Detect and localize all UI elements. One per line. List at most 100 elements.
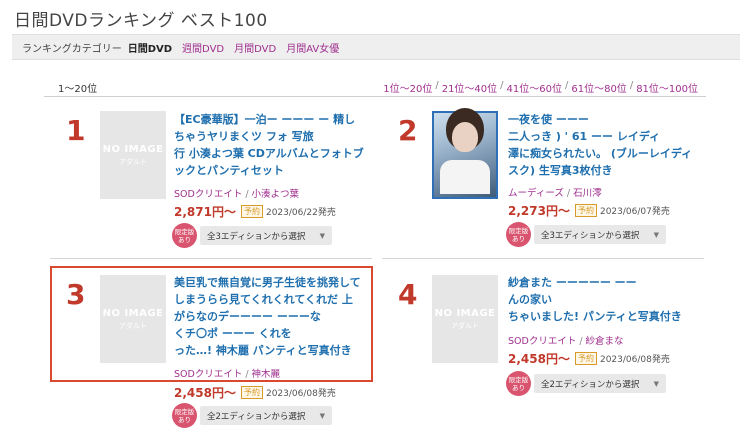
- limited-edition-badge: 限定版 あり: [506, 371, 531, 396]
- limited-edition-badge: 限定版 あり: [172, 403, 197, 428]
- range-link-81-100[interactable]: 81位〜100位: [636, 80, 698, 95]
- release-date: 2023/06/08発売: [599, 355, 670, 365]
- divider: [50, 258, 372, 259]
- separator: /: [579, 336, 583, 347]
- cover-photo-body: [440, 160, 490, 194]
- title-line: 二人っき ) ' 61 ーー レイディ: [508, 130, 661, 143]
- limited-text: 限定版: [174, 227, 195, 236]
- price-line: 2,458円〜 予約 2023/06/08発売: [174, 384, 336, 401]
- price: 2,458円〜: [174, 386, 236, 400]
- rank-number: 1: [66, 114, 86, 147]
- range-link-1-20[interactable]: 1位〜20位: [383, 80, 432, 95]
- no-image-text: NO IMAGE: [434, 307, 496, 319]
- limited-text: あり: [512, 234, 525, 243]
- range-link-61-80[interactable]: 61位〜80位: [571, 80, 626, 95]
- price: 2,871円〜: [174, 205, 236, 219]
- release-date: 2023/06/08発売: [265, 389, 336, 399]
- title-line: 一夜を使 ーーー: [508, 113, 589, 126]
- range-separator: /: [629, 80, 634, 91]
- performer-link[interactable]: 石川澪: [573, 188, 602, 199]
- preorder-badge: 予約: [574, 352, 597, 365]
- edition-select[interactable]: 全3エディションから選択 ▼: [534, 225, 666, 244]
- edition-select-label: 全3エディションから選択: [541, 230, 640, 241]
- limited-text: 限定版: [508, 226, 529, 235]
- maker-line: SODクリエイト / 小湊よつ葉: [174, 186, 299, 200]
- no-image-sub: アダルト: [119, 157, 147, 166]
- price: 2,273円〜: [508, 204, 570, 218]
- release-date: 2023/06/22発売: [265, 208, 336, 218]
- edition-row: 限定版 あり 全2エディションから選択 ▼: [506, 371, 666, 396]
- limited-text: 限定版: [174, 407, 195, 416]
- no-image-sub: アダルト: [451, 321, 479, 330]
- product-thumbnail[interactable]: NO IMAGE アダルト: [432, 275, 498, 363]
- product-title[interactable]: 紗倉また ーーーーー ーー んの家い ちゃいました! パンティと写真付き: [508, 274, 708, 325]
- chevron-down-icon: ▼: [653, 230, 659, 239]
- category-label: ランキングカテゴリー: [22, 43, 122, 55]
- chevron-down-icon: ▼: [319, 231, 325, 240]
- range-pagination: 1位〜20位 / 21位〜40位 / 41位〜60位 / 61位〜80位 / 8…: [383, 80, 698, 95]
- limited-text: あり: [178, 415, 191, 424]
- edition-row: 限定版 あり 全2エディションから選択 ▼: [172, 403, 332, 428]
- range-link-41-60[interactable]: 41位〜60位: [507, 80, 562, 95]
- current-range: 1〜20位: [58, 84, 98, 95]
- edition-select[interactable]: 全2エディションから選択 ▼: [200, 406, 332, 425]
- title-line: 澤に痴女られたい。 (ブルーレイディ: [508, 147, 693, 160]
- category-bar: ランキングカテゴリー 日間DVD 週間DVD 月間DVD 月間AV女優: [12, 34, 740, 60]
- separator: /: [566, 188, 571, 199]
- edition-select[interactable]: 全3エディションから選択 ▼: [200, 226, 332, 245]
- edition-row: 限定版 あり 全3エディションから選択 ▼: [172, 223, 332, 248]
- rank-number: 4: [398, 278, 418, 311]
- price-line: 2,871円〜 予約 2023/06/22発売: [174, 203, 336, 220]
- title-line: ックとパンティセット: [174, 164, 284, 177]
- maker-link[interactable]: ムーディーズ: [508, 188, 564, 199]
- cover-photo-face: [452, 122, 478, 152]
- edition-select-label: 全2エディションから選択: [541, 379, 640, 390]
- separator: /: [245, 189, 249, 200]
- range-separator: /: [564, 80, 569, 91]
- preorder-badge: 予約: [240, 205, 263, 218]
- chevron-down-icon: ▼: [653, 379, 659, 388]
- title-line: ちゃいました! パンティと写真付き: [508, 310, 682, 323]
- edition-select[interactable]: 全2エディションから選択 ▼: [534, 374, 666, 393]
- price: 2,458円〜: [508, 352, 570, 366]
- rank-number: 2: [398, 114, 418, 147]
- release-date: 2023/06/07発売: [599, 207, 670, 217]
- highlight-box: [50, 266, 373, 382]
- range-separator: /: [500, 80, 504, 91]
- category-monthly-dvd[interactable]: 月間DVD: [234, 40, 276, 55]
- no-image-text: NO IMAGE: [102, 143, 164, 155]
- product-thumbnail[interactable]: NO IMAGE アダルト: [100, 111, 166, 199]
- preorder-badge: 予約: [240, 386, 263, 399]
- title-line: ちゃうヤリまくツ フォ 写旅: [174, 130, 314, 143]
- performer-link[interactable]: 小湊よつ葉: [252, 189, 300, 200]
- title-line: 紗倉また ーーーーー ーー: [508, 276, 637, 289]
- price-line: 2,458円〜 予約 2023/06/08発売: [508, 350, 670, 367]
- product-thumbnail[interactable]: [432, 111, 498, 199]
- product-title[interactable]: 【EC豪華版】一泊ー ーーー ー 精し ちゃうヤリまくツ フォ 写旅 行 小湊よ…: [174, 111, 374, 179]
- divider: [44, 96, 706, 97]
- price-line: 2,273円〜 予約 2023/06/07発売: [508, 202, 670, 219]
- product-title[interactable]: 一夜を使 ーーー 二人っき ) ' 61 ーー レイディ 澤に痴女られたい。 (…: [508, 111, 708, 179]
- preorder-badge: 予約: [574, 204, 597, 217]
- edition-select-label: 全3エディションから選択: [207, 231, 306, 242]
- range-separator: /: [435, 80, 439, 91]
- limited-edition-badge: 限定版 あり: [506, 222, 531, 247]
- maker-line: ムーディーズ / 石川澪: [508, 185, 602, 199]
- performer-link[interactable]: 紗倉まな: [586, 336, 624, 347]
- maker-link[interactable]: SODクリエイト: [508, 336, 576, 347]
- maker-link[interactable]: SODクリエイト: [174, 189, 242, 200]
- category-weekly-dvd[interactable]: 週間DVD: [182, 40, 224, 55]
- category-daily-dvd[interactable]: 日間DVD: [128, 40, 172, 55]
- category-monthly-actress[interactable]: 月間AV女優: [286, 40, 339, 55]
- title-line: 行 小湊よつ葉 CDアルバムとフォトブ: [174, 147, 364, 160]
- limited-text: 限定版: [508, 375, 529, 384]
- range-link-21-40[interactable]: 21位〜40位: [442, 80, 497, 95]
- maker-line: SODクリエイト / 紗倉まな: [508, 333, 624, 347]
- title-line: んの家い: [508, 293, 552, 306]
- limited-edition-badge: 限定版 あり: [172, 223, 197, 248]
- edition-row: 限定版 あり 全3エディションから選択 ▼: [506, 222, 666, 247]
- chevron-down-icon: ▼: [319, 411, 325, 420]
- divider: [382, 258, 704, 259]
- title-line: 【EC豪華版】一泊ー ーーー ー 精し: [174, 113, 356, 126]
- limited-text: あり: [178, 235, 191, 244]
